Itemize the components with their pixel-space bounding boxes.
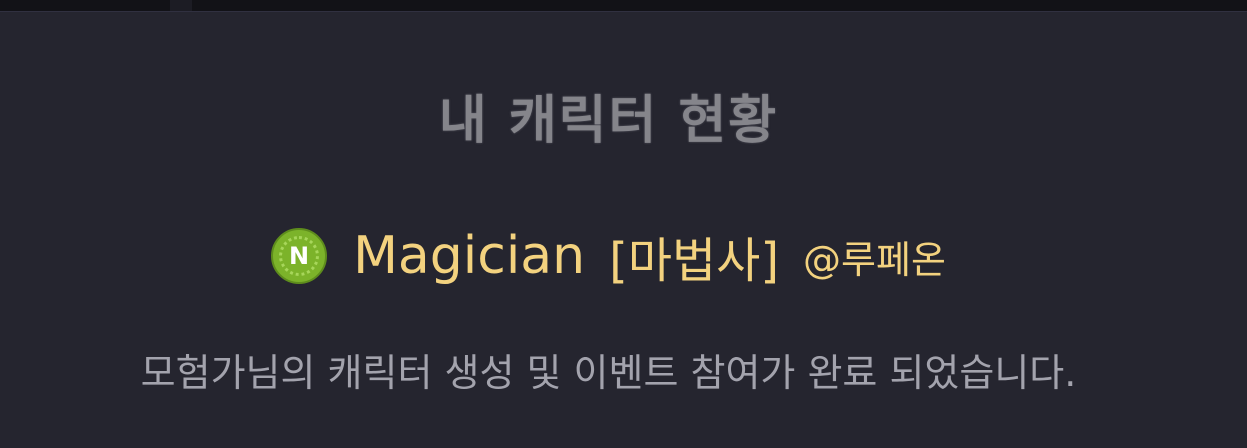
- character-server: @루페온: [803, 237, 946, 282]
- completion-message: 모험가님의 캐릭터 생성 및 이벤트 참여가 완료 되었습니다.: [140, 351, 1077, 395]
- banner-shade: [170, 0, 192, 11]
- character-info: N Magician [마법사] @루페온: [0, 218, 1217, 294]
- page-title: 내 캐릭터 현황: [438, 90, 779, 151]
- character-name: Magician: [353, 226, 586, 286]
- server-badge-letter: N: [289, 242, 310, 270]
- character-class: [마법사]: [609, 233, 780, 289]
- top-banner-image: [0, 0, 1247, 12]
- server-emblem-icon: N: [271, 228, 328, 284]
